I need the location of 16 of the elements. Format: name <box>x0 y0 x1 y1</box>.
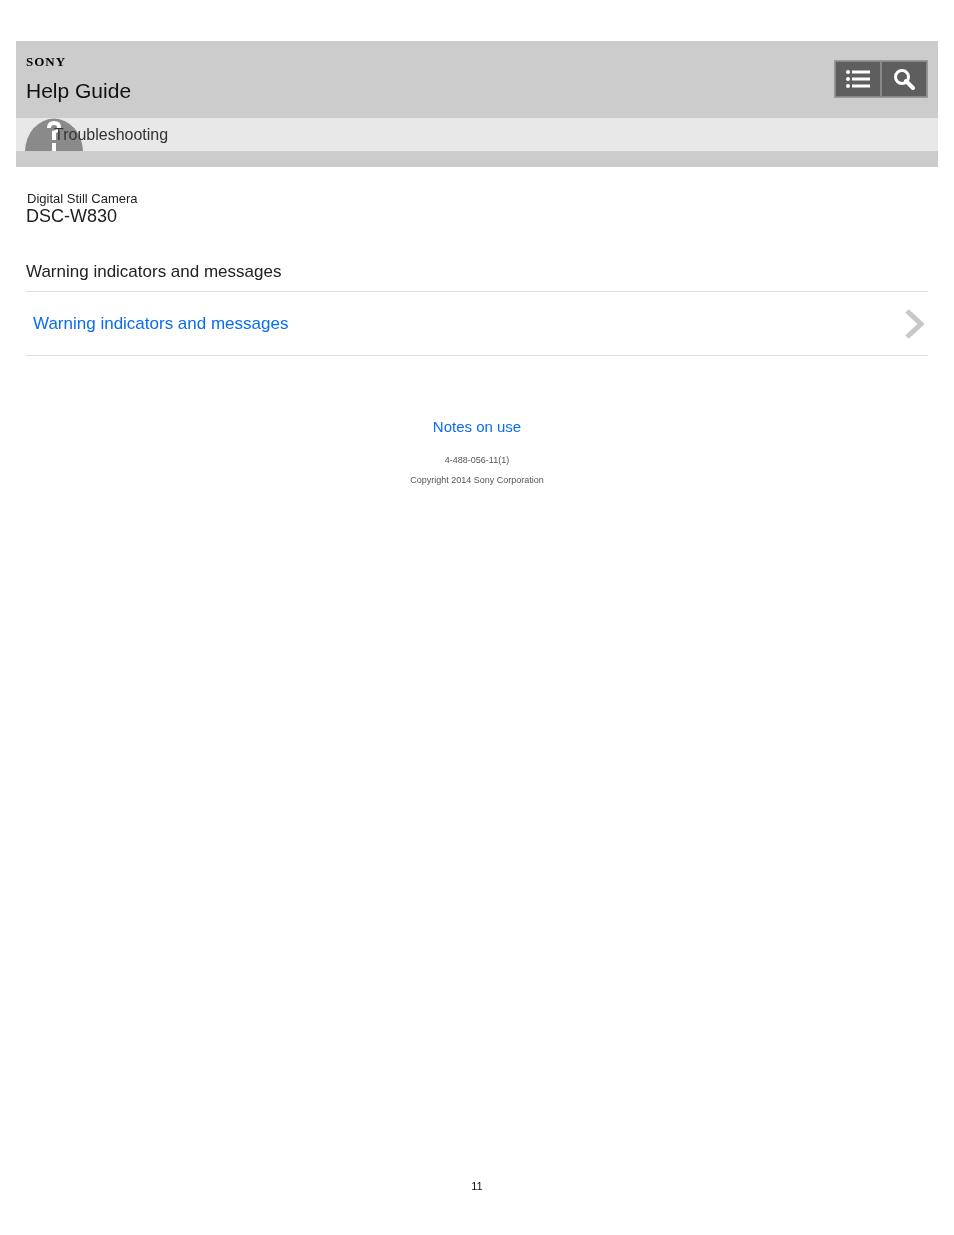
brand-logo: SONY <box>26 55 67 69</box>
page-number: 11 <box>471 1179 483 1194</box>
page-title: Help Guide <box>26 78 132 104</box>
search-button[interactable] <box>881 61 927 97</box>
product-category: Digital Still Camera <box>27 191 138 206</box>
section-heading: Warning indicators and messages <box>26 262 282 282</box>
search-icon <box>893 68 915 90</box>
copyright-text: Copyright 2014 Sony Corporation <box>410 475 544 486</box>
product-model: DSC-W830 <box>26 206 118 226</box>
notes-link[interactable]: Notes on use <box>432 418 522 436</box>
menu-button[interactable] <box>835 61 881 97</box>
topic-link[interactable]: Warning indicators and messages <box>33 310 289 337</box>
breadcrumb-link[interactable]: Troubleshooting <box>54 122 169 147</box>
document-code: 4-488-056-11(1) <box>444 455 510 466</box>
list-icon <box>846 70 870 88</box>
chevron-right-icon <box>904 307 924 340</box>
